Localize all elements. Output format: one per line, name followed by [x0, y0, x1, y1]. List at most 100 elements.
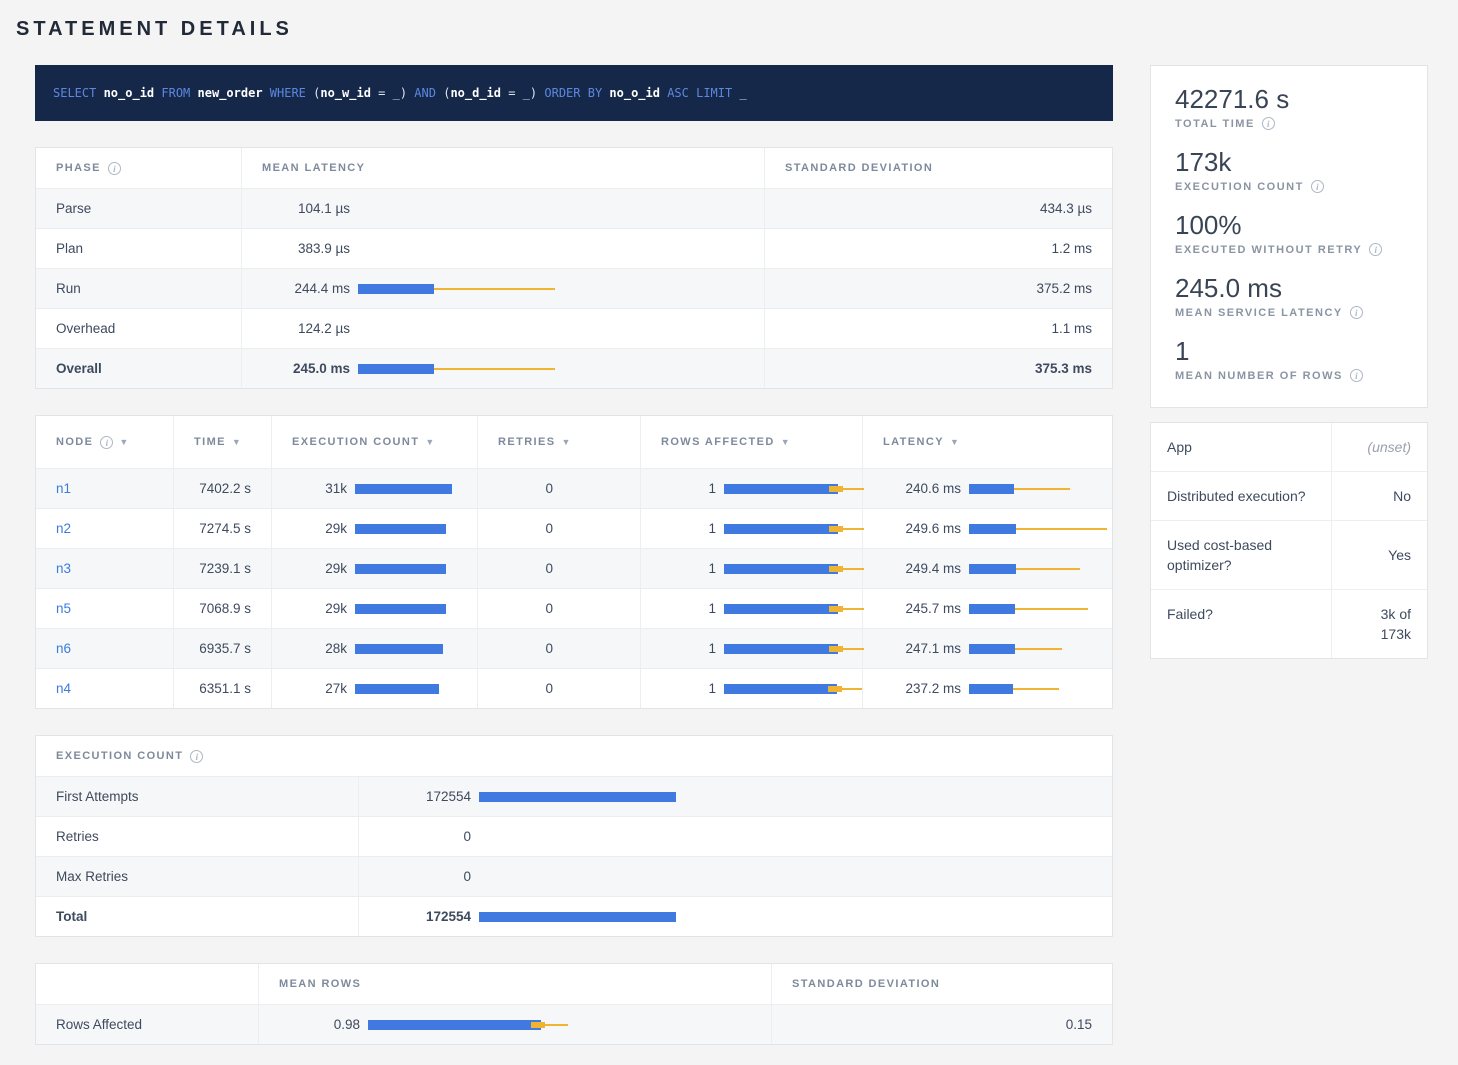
side-column: 42271.6 s TOTAL TIME 173k EXECUTION COUN… — [1150, 65, 1428, 659]
sort-icon — [232, 437, 241, 447]
standard-deviation-column-header: STANDARD DEVIATION — [771, 964, 1112, 1004]
standard-deviation-cell: 0.15 — [771, 1005, 1112, 1044]
node-link[interactable]: n6 — [56, 641, 71, 656]
execution-count-bar — [479, 830, 1092, 844]
label-cell: Total — [36, 897, 358, 936]
mean-rows-bar — [368, 1018, 751, 1032]
node-link[interactable]: n2 — [56, 521, 71, 536]
node-link[interactable]: n1 — [56, 481, 71, 496]
time-column-header[interactable]: TIME — [173, 416, 271, 468]
info-icon[interactable] — [1262, 117, 1275, 130]
rows-affected-table-header: MEAN ROWS STANDARD DEVIATION — [36, 964, 1112, 1004]
details-card: App (unset) Distributed execution? No Us… — [1150, 422, 1428, 659]
node-link[interactable]: n3 — [56, 561, 71, 576]
node-column-header[interactable]: NODE — [36, 416, 173, 468]
table-row: n4 6351.1 s 27k 0 1 237.2 ms — [36, 668, 1112, 708]
rows-affected-cell: 1 — [640, 669, 862, 708]
execution-count-bar — [479, 870, 1092, 884]
page-layout: SELECT no_o_id FROM new_order WHERE (no_… — [35, 65, 1458, 1045]
sort-icon — [561, 437, 570, 447]
latency-bar — [969, 642, 1092, 656]
rows-affected-cell: 1 — [640, 549, 862, 588]
table-row: n3 7239.1 s 29k 0 1 249.4 ms — [36, 548, 1112, 588]
mean-rows-column-header: MEAN ROWS — [258, 964, 771, 1004]
info-icon[interactable] — [108, 162, 121, 175]
table-row: Max Retries 0 — [36, 856, 1112, 896]
info-icon[interactable] — [1350, 306, 1363, 319]
statement-details-page: STATEMENT DETAILS SELECT no_o_id FROM ne… — [0, 0, 1458, 1065]
page-title: STATEMENT DETAILS — [16, 18, 1458, 41]
node-cell: n6 — [36, 629, 173, 668]
node-cell: n2 — [36, 509, 173, 548]
retries-column-header[interactable]: RETRIES — [477, 416, 640, 468]
node-link[interactable]: n5 — [56, 601, 71, 616]
stat-value: 100% — [1175, 210, 1403, 240]
mean-latency-bar — [358, 282, 744, 296]
sort-icon — [781, 437, 790, 447]
node-cell: n1 — [36, 469, 173, 508]
rows-affected-bar — [724, 682, 842, 696]
execution-count-column-header[interactable]: EXECUTION COUNT — [271, 416, 477, 468]
execution-count-table-header: EXECUTION COUNT — [36, 736, 1112, 776]
main-column: SELECT no_o_id FROM new_order WHERE (no_… — [35, 65, 1113, 1045]
latency-cell: 237.2 ms — [862, 669, 1112, 708]
retries-cell: 0 — [477, 629, 640, 668]
rows-affected-cell: 1 — [640, 589, 862, 628]
latency-cell: 249.4 ms — [862, 549, 1112, 588]
phase-column-header: PHASE — [36, 148, 241, 188]
stat-label: EXECUTED WITHOUT RETRY — [1175, 243, 1403, 256]
table-row: First Attempts 172554 — [36, 776, 1112, 816]
info-icon[interactable] — [100, 436, 113, 449]
value-cell: 0 — [358, 817, 1112, 856]
latency-cell: 247.1 ms — [862, 629, 1112, 668]
rows-affected-bar — [724, 482, 842, 496]
latency-column-header[interactable]: LATENCY — [862, 416, 1112, 468]
standard-deviation-cell: 1.1 ms — [764, 309, 1112, 348]
value-cell: 0 — [358, 857, 1112, 896]
phase-cell: Parse — [36, 189, 241, 228]
value-cell: 172554 — [358, 777, 1112, 816]
label-cell: Max Retries — [36, 857, 358, 896]
mean-latency-bar — [358, 322, 744, 336]
summary-card: 42271.6 s TOTAL TIME 173k EXECUTION COUN… — [1150, 65, 1428, 408]
execution-count-bar — [355, 602, 457, 616]
mean-latency-cell: 124.2 µs — [241, 309, 764, 348]
latency-bar — [969, 602, 1092, 616]
stat-value: 42271.6 s — [1175, 84, 1403, 114]
table-row: Total 172554 — [36, 896, 1112, 936]
detail-row-distributed-execution: Distributed execution? No — [1151, 471, 1427, 520]
stat-mean-service-latency: 245.0 ms MEAN SERVICE LATENCY — [1175, 273, 1403, 319]
detail-value: No — [1331, 472, 1427, 520]
info-icon[interactable] — [1350, 369, 1363, 382]
sort-icon — [950, 437, 959, 447]
stat-label: MEAN SERVICE LATENCY — [1175, 306, 1403, 319]
info-icon[interactable] — [1369, 243, 1382, 256]
execution-count-cell: 27k — [271, 669, 477, 708]
info-icon[interactable] — [1311, 180, 1324, 193]
table-row: Overall 245.0 ms 375.3 ms — [36, 348, 1112, 388]
retries-cell: 0 — [477, 549, 640, 588]
mean-latency-cell: 383.9 µs — [241, 229, 764, 268]
execution-count-bar — [355, 562, 457, 576]
execution-count-table: EXECUTION COUNT First Attempts 172554 Re… — [35, 735, 1113, 937]
table-row: n1 7402.2 s 31k 0 1 240.6 ms — [36, 468, 1112, 508]
node-link[interactable]: n4 — [56, 681, 71, 696]
rows-affected-column-header[interactable]: ROWS AFFECTED — [640, 416, 862, 468]
execution-count-bar — [355, 642, 457, 656]
node-cell: n5 — [36, 589, 173, 628]
time-cell: 7402.2 s — [173, 469, 271, 508]
table-row: Retries 0 — [36, 816, 1112, 856]
rows-affected-cell: 1 — [640, 469, 862, 508]
stat-label: TOTAL TIME — [1175, 117, 1403, 130]
time-cell: 6351.1 s — [173, 669, 271, 708]
label-cell: Retries — [36, 817, 358, 856]
latency-cell: 249.6 ms — [862, 509, 1112, 548]
phase-table: PHASE MEAN LATENCY STANDARD DEVIATION Pa… — [35, 147, 1113, 389]
detail-row-cost-based-optimizer: Used cost-based optimizer? Yes — [1151, 520, 1427, 589]
info-icon[interactable] — [190, 750, 203, 763]
rows-affected-bar — [724, 602, 842, 616]
execution-count-cell: 31k — [271, 469, 477, 508]
detail-value: Yes — [1331, 521, 1427, 589]
execution-count-bar — [355, 682, 457, 696]
retries-cell: 0 — [477, 509, 640, 548]
